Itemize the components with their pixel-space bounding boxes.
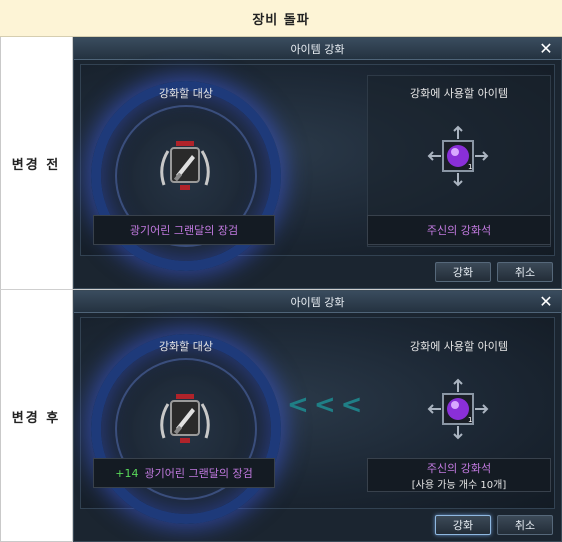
transfer-arrows: < < < [287,390,362,420]
dialog-content: 강화할 대상 +14 광기어린 그랜달의 장검 < < < 강화에 사용할 아이… [80,317,555,524]
use-item-label: 강화에 사용할 아이템 [409,87,509,100]
row-label-after: 변경 후 [0,290,73,542]
close-icon[interactable]: ✕ [537,40,555,58]
dialog-content: 강화할 대상 광기어린 그랜달의 장검 강화에 사용할 아이템 1 주신의 강화… [80,64,555,271]
dialog-title: 아이템 강화 [74,38,561,60]
svg-text:1: 1 [468,163,472,171]
use-item-name: 주신의 강화석 [367,215,551,245]
use-item-slot[interactable]: 1 [427,125,489,187]
use-count: [사용 가능 개수 10개] [411,479,507,491]
target-item-name: 광기어린 그랜달의 장검 [93,215,275,245]
target-item-slot[interactable] [154,135,216,197]
enhance-button[interactable]: 강화 [435,262,491,282]
use-item-slot[interactable]: 1 [427,378,489,440]
target-label: 강화할 대상 [158,340,214,353]
enhance-level: +14 [115,466,139,480]
dialog-title: 아이템 강화 [74,291,561,313]
gem-icon: 1 [427,378,489,440]
target-item-slot[interactable] [154,388,216,450]
cancel-button[interactable]: 취소 [497,515,553,535]
svg-text:1: 1 [468,416,472,424]
row-label-before: 변경 전 [0,37,73,289]
cancel-button[interactable]: 취소 [497,262,553,282]
enhance-button[interactable]: 강화 [435,515,491,535]
gem-icon: 1 [427,125,489,187]
sword-icon [160,394,210,443]
sword-icon [160,141,210,190]
use-item-name: 주신의 강화석 [사용 가능 개수 10개] [367,458,551,492]
page-title: 장비 돌파 [0,0,562,37]
close-icon[interactable]: ✕ [537,293,555,311]
enhance-dialog-before: 아이템 강화 ✕ 강화할 대상 광기어린 그랜달의 장검 강화에 사용할 아이템 [73,37,562,289]
target-item-name: +14 광기어린 그랜달의 장검 [93,458,275,488]
target-label: 강화할 대상 [158,87,214,100]
use-item-label: 강화에 사용할 아이템 [409,340,509,353]
enhance-dialog-after: 아이템 강화 ✕ 강화할 대상 +14 광기어린 그랜달의 장검 < < < 강… [73,290,562,542]
